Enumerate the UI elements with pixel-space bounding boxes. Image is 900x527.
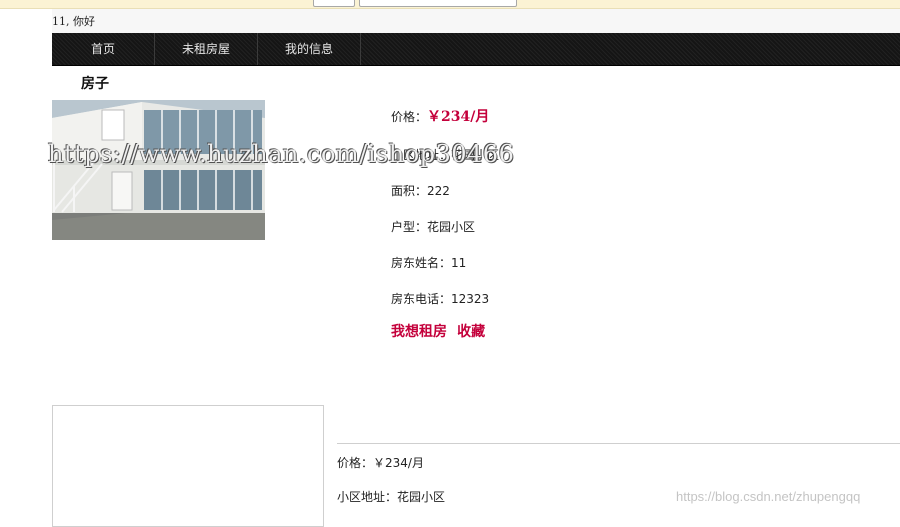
community-row: 小区地址：花园小区 [391,146,499,163]
listing-price-label: 价格： [337,456,374,470]
corner-watermark: https://blog.csdn.net/zhupengqq [676,489,861,504]
listing-price-row: 价格：￥234/月 [337,454,424,471]
community-label: 小区地址： [391,148,452,162]
landlord-name-row: 房东姓名：11 [391,254,466,271]
section-title: 房子 [81,76,109,92]
price-value: ￥234/月 [427,109,490,125]
listing-community-value: 花园小区 [397,490,446,504]
main-navbar: 首页 未租房屋 我的信息 [52,33,900,66]
price-label: 价格： [391,110,428,124]
layout-type-value: 花园小区 [427,220,476,234]
area-row: 面积：222 [391,182,450,199]
listing-price-value: ￥234/月 [373,456,424,470]
price-row: 价格：￥234/月 [391,106,489,126]
nav-item-unrented-houses[interactable]: 未租房屋 [155,33,258,65]
landlord-name-label: 房东姓名： [391,256,452,270]
landlord-phone-value: 12323 [451,292,490,306]
landlord-name-value: 11 [451,256,467,270]
user-greeting: 11, 你好 [52,15,95,28]
greeting-bar: 11, 你好 [52,9,900,33]
landlord-phone-row: 房东电话：12323 [391,290,489,307]
nav-item-my-info[interactable]: 我的信息 [258,33,361,65]
top-input[interactable] [359,0,517,7]
listing-photo-placeholder [52,405,324,527]
listing-community-label: 小区地址： [337,490,398,504]
top-button[interactable] [313,0,355,7]
house-image [52,100,265,240]
browser-top-strip [0,0,900,9]
layout-type-row: 户型：花园小区 [391,218,475,235]
listing-community-row: 小区地址：花园小区 [337,488,445,505]
house-photo [52,100,265,240]
landlord-phone-label: 房东电话： [391,292,452,306]
listing-divider [337,443,900,444]
area-value: 222 [427,184,450,198]
layout-type-label: 户型： [391,220,428,234]
rent-house-link[interactable]: 我想租房 [391,324,447,340]
house-actions: 我想租房 收藏 [391,321,485,341]
area-label: 面积： [391,184,428,198]
nav-item-home[interactable]: 首页 [52,33,155,65]
community-value: 花园小区 [451,148,500,162]
favorite-link[interactable]: 收藏 [457,324,485,340]
